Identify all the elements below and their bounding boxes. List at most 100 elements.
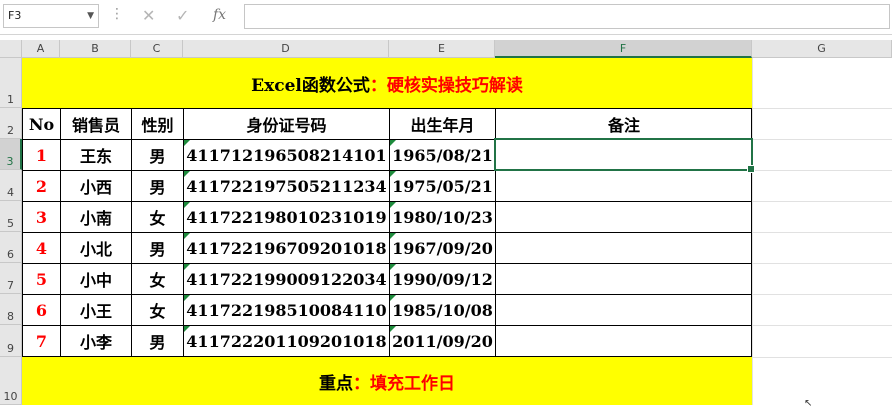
cell-name[interactable]: 小王 <box>61 295 132 326</box>
gridline <box>752 325 892 326</box>
error-indicator-icon <box>184 140 190 146</box>
cell-name[interactable]: 小李 <box>61 326 132 356</box>
check-icon[interactable]: ✓ <box>176 6 189 25</box>
row-header-9[interactable]: 9 <box>0 325 22 357</box>
name-box[interactable]: F3 ▼ <box>3 4 99 28</box>
cell-id-number[interactable]: 411712196508214101 <box>184 140 390 171</box>
data-table: No 销售员 性别 身份证号码 出生年月 备注 1 王东 男 411712196… <box>22 108 752 357</box>
insert-function-button[interactable]: fx <box>213 7 226 23</box>
cell-id-number[interactable]: 411722197505211234 <box>184 171 390 202</box>
row-header-4[interactable]: 4 <box>0 170 22 201</box>
cell-no[interactable]: 2 <box>23 171 61 202</box>
error-indicator-icon <box>390 264 396 270</box>
row-header-2[interactable]: 2 <box>0 108 22 139</box>
header-note[interactable]: 备注 <box>496 109 752 140</box>
cell-name[interactable]: 小西 <box>61 171 132 202</box>
cell-id-number[interactable]: 411722196709201018 <box>184 233 390 264</box>
row-header-3[interactable]: 3 <box>0 139 22 170</box>
gridline <box>752 263 892 264</box>
cell-note[interactable] <box>496 233 752 264</box>
error-indicator-icon <box>184 264 190 270</box>
cell-gender[interactable]: 男 <box>132 171 184 202</box>
formula-input[interactable] <box>244 4 890 29</box>
cell-no[interactable]: 7 <box>23 326 61 356</box>
mouse-cursor-icon: ↖ <box>804 398 813 409</box>
cell-id-number[interactable]: 411722201109201018 <box>184 326 390 356</box>
cell-no[interactable]: 4 <box>23 233 61 264</box>
title-text: Excel函数公式 <box>251 75 370 96</box>
chevron-down-icon[interactable]: ▼ <box>87 5 94 27</box>
cell-gender[interactable]: 女 <box>132 202 184 233</box>
gridline <box>752 357 892 358</box>
gridline <box>752 294 892 295</box>
cell-birth-date[interactable]: 1975/05/21 <box>390 171 496 202</box>
row-header-10[interactable]: 10 <box>0 357 22 405</box>
cell-note[interactable] <box>496 202 752 233</box>
cell-birth-date[interactable]: 1965/08/21 <box>390 140 496 171</box>
row-header-1[interactable]: 1 <box>0 58 22 108</box>
cell-note[interactable] <box>496 140 752 171</box>
header-salesperson[interactable]: 销售员 <box>61 109 132 140</box>
row-header-5[interactable]: 5 <box>0 201 22 232</box>
error-indicator-icon <box>184 202 190 208</box>
column-header-b[interactable]: B <box>60 40 131 58</box>
cell-name[interactable]: 小南 <box>61 202 132 233</box>
gridline <box>752 108 892 109</box>
error-indicator-icon <box>390 233 396 239</box>
cell-name[interactable]: 小中 <box>61 264 132 295</box>
cell-no[interactable]: 6 <box>23 295 61 326</box>
header-birth-date[interactable]: 出生年月 <box>390 109 496 140</box>
gridline <box>752 232 892 233</box>
footer-label: 重点 <box>319 373 353 394</box>
close-icon[interactable]: ✕ <box>142 6 155 25</box>
error-indicator-icon <box>184 171 190 177</box>
cell-note[interactable] <box>496 326 752 356</box>
cell-gender[interactable]: 女 <box>132 295 184 326</box>
name-box-value: F3 <box>8 9 22 22</box>
cell-gender[interactable]: 女 <box>132 264 184 295</box>
cell-gender[interactable]: 男 <box>132 326 184 356</box>
title-banner[interactable]: Excel函数公式 ：硬核实操技巧解读 <box>22 58 752 108</box>
title-subtitle: ：硬核实操技巧解读 <box>369 75 523 96</box>
column-header-g[interactable]: G <box>752 40 892 58</box>
cell-id-number[interactable]: 411722199009122034 <box>184 264 390 295</box>
header-id-number[interactable]: 身份证号码 <box>184 109 390 140</box>
row-header-7[interactable]: 7 <box>0 263 22 294</box>
error-indicator-icon <box>390 295 396 301</box>
cell-birth-date[interactable]: 1980/10/23 <box>390 202 496 233</box>
cell-birth-date[interactable]: 1967/09/20 <box>390 233 496 264</box>
column-header-d[interactable]: D <box>183 40 389 58</box>
cell-no[interactable]: 3 <box>23 202 61 233</box>
cell-note[interactable] <box>496 171 752 202</box>
error-indicator-icon <box>390 326 396 332</box>
row-header-8[interactable]: 8 <box>0 294 22 325</box>
more-options-icon: ⋮ <box>110 6 124 22</box>
error-indicator-icon <box>390 202 396 208</box>
cell-birth-date[interactable]: 1990/09/12 <box>390 264 496 295</box>
cell-no[interactable]: 5 <box>23 264 61 295</box>
column-header-f[interactable]: F <box>495 40 752 58</box>
cell-gender[interactable]: 男 <box>132 233 184 264</box>
error-indicator-icon <box>390 171 396 177</box>
select-all-button[interactable] <box>0 40 22 58</box>
cell-note[interactable] <box>496 264 752 295</box>
cell-birth-date[interactable]: 1985/10/08 <box>390 295 496 326</box>
header-gender[interactable]: 性别 <box>132 109 184 140</box>
footer-banner[interactable]: 重点 ：填充工作日 <box>22 357 752 405</box>
column-header-c[interactable]: C <box>131 40 183 58</box>
cell-gender[interactable]: 男 <box>132 140 184 171</box>
error-indicator-icon <box>184 233 190 239</box>
cell-id-number[interactable]: 411722198010231019 <box>184 202 390 233</box>
row-header-6[interactable]: 6 <box>0 232 22 263</box>
column-header-e[interactable]: E <box>389 40 495 58</box>
header-no[interactable]: No <box>23 109 61 140</box>
cell-no[interactable]: 1 <box>23 140 61 171</box>
cell-note[interactable] <box>496 295 752 326</box>
gridline <box>752 201 892 202</box>
cell-name[interactable]: 小北 <box>61 233 132 264</box>
gridline <box>752 170 892 171</box>
cell-name[interactable]: 王东 <box>61 140 132 171</box>
column-header-a[interactable]: A <box>22 40 60 58</box>
cell-id-number[interactable]: 411722198510084110 <box>184 295 390 326</box>
cell-birth-date[interactable]: 2011/09/20 <box>390 326 496 356</box>
